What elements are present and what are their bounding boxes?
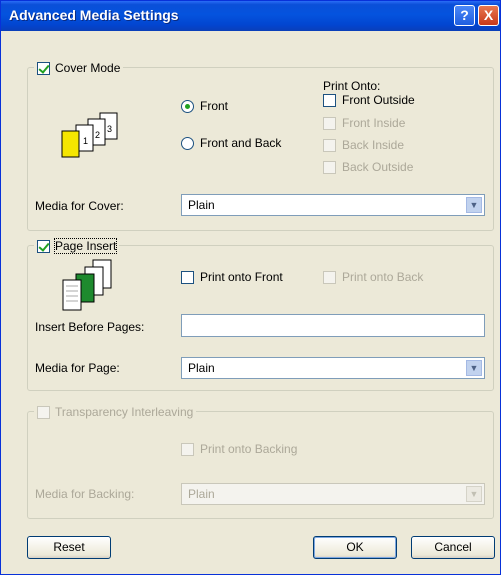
- chevron-down-icon: ▼: [466, 486, 482, 502]
- media-for-cover-select[interactable]: Plain ▼: [181, 194, 485, 216]
- title-bar: Advanced Media Settings ? X: [1, 1, 500, 31]
- print-onto-backing-row: Print onto Backing: [181, 442, 297, 456]
- transparency-label: Transparency Interleaving: [55, 405, 194, 419]
- print-onto-backing-checkbox: [181, 442, 194, 456]
- page-insert-checkbox[interactable]: [37, 239, 50, 253]
- print-onto-front-checkbox[interactable]: [181, 270, 194, 284]
- front-outside-checkbox[interactable]: [323, 93, 336, 107]
- page-insert-label: Page Insert: [53, 238, 118, 254]
- back-outside-checkbox: [323, 160, 336, 174]
- close-icon: X: [483, 7, 494, 23]
- print-onto-backing-label: Print onto Backing: [200, 442, 298, 456]
- media-for-cover-value: Plain: [188, 198, 215, 212]
- print-onto-back-label: Print onto Back: [342, 270, 424, 284]
- back-inside-row: Back Inside: [323, 138, 404, 152]
- reset-button[interactable]: Reset: [27, 536, 111, 559]
- radio-front-label: Front: [200, 99, 229, 113]
- print-onto-title: Print Onto:: [323, 79, 381, 93]
- cover-pages-icon: 1 2 3: [61, 112, 118, 158]
- cover-page-1-label: 1: [83, 136, 88, 146]
- cover-mode-legend: Cover Mode: [34, 60, 124, 76]
- cancel-button[interactable]: Cancel: [411, 536, 495, 559]
- help-button[interactable]: ?: [454, 5, 475, 26]
- front-inside-row: Front Inside: [323, 116, 405, 130]
- help-icon: ?: [460, 7, 469, 23]
- media-for-cover-label: Media for Cover:: [35, 199, 124, 213]
- radio-front[interactable]: [181, 99, 194, 113]
- page-insert-legend: Page Insert: [34, 238, 120, 254]
- chevron-down-icon[interactable]: ▼: [466, 197, 482, 213]
- front-inside-checkbox: [323, 116, 336, 130]
- back-inside-checkbox: [323, 138, 336, 152]
- back-inside-label: Back Inside: [342, 138, 405, 152]
- radio-front-and-back-row[interactable]: Front and Back: [181, 136, 281, 150]
- radio-front-and-back-label: Front and Back: [200, 136, 282, 150]
- transparency-legend: Transparency Interleaving: [34, 404, 197, 420]
- media-for-page-value: Plain: [188, 361, 215, 375]
- print-onto-front-row[interactable]: Print onto Front: [181, 270, 283, 284]
- cover-page-2-label: 2: [95, 130, 100, 140]
- transparency-checkbox: [37, 405, 50, 419]
- media-for-page-label: Media for Page:: [35, 361, 120, 375]
- radio-front-and-back[interactable]: [181, 136, 194, 150]
- front-outside-label: Front Outside: [342, 93, 415, 107]
- front-inside-label: Front Inside: [342, 116, 406, 130]
- insert-before-pages-input[interactable]: [181, 314, 485, 337]
- insert-pages-icon: [62, 259, 112, 311]
- print-onto-back-checkbox: [323, 270, 336, 284]
- radio-front-row[interactable]: Front: [181, 99, 228, 113]
- chevron-down-icon[interactable]: ▼: [466, 360, 482, 376]
- media-for-backing-label: Media for Backing:: [35, 487, 135, 501]
- cover-mode-checkbox[interactable]: [37, 61, 50, 75]
- dialog-title: Advanced Media Settings: [9, 7, 179, 23]
- back-outside-row: Back Outside: [323, 160, 413, 174]
- back-outside-label: Back Outside: [342, 160, 414, 174]
- print-onto-front-label: Print onto Front: [200, 270, 283, 284]
- cover-mode-label: Cover Mode: [55, 61, 121, 75]
- media-for-backing-value: Plain: [188, 487, 215, 501]
- media-for-backing-select: Plain ▼: [181, 483, 485, 505]
- advanced-media-settings-dialog: Advanced Media Settings ? X Cover Mode 1…: [0, 0, 501, 575]
- media-for-page-select[interactable]: Plain ▼: [181, 357, 485, 379]
- print-onto-back-row: Print onto Back: [323, 270, 423, 284]
- close-button[interactable]: X: [478, 5, 499, 26]
- cover-page-3-label: 3: [107, 124, 112, 134]
- ok-button[interactable]: OK: [313, 536, 397, 559]
- insert-before-pages-label: Insert Before Pages:: [35, 320, 145, 334]
- front-outside-row[interactable]: Front Outside: [323, 93, 415, 107]
